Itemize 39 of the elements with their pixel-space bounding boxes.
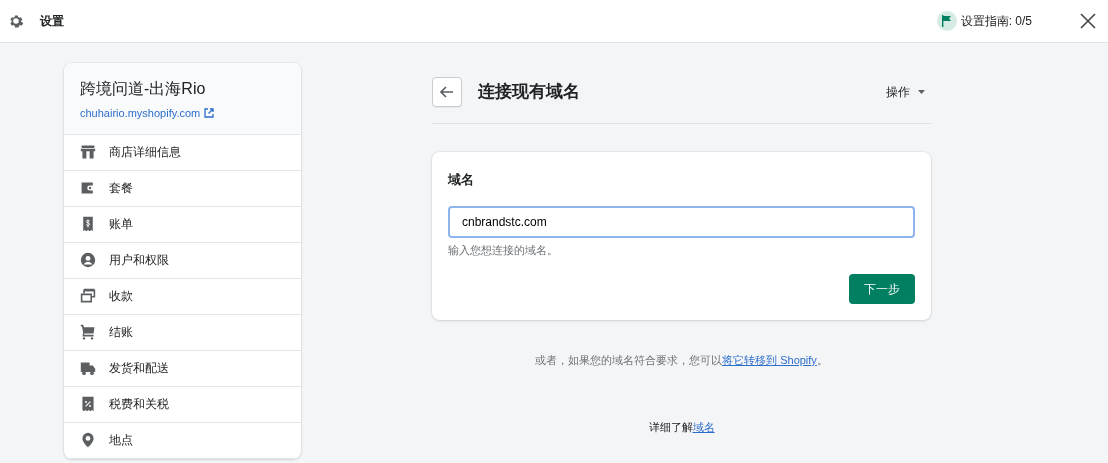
sidebar-item[interactable]: 结账 <box>64 314 301 351</box>
user-icon <box>80 252 96 268</box>
page-heading: 连接现有域名 <box>478 81 580 104</box>
learn-more-text: 详细了解域名 <box>647 419 716 435</box>
transfer-note: 或者，如果您的域名符合要求，您可以将它转移到 Shopify。 <box>534 353 829 368</box>
location-icon <box>80 432 96 448</box>
wallet-icon <box>80 180 96 196</box>
close-icon[interactable] <box>1080 13 1096 29</box>
domain-input[interactable]: cnbrandstc.com <box>448 205 915 238</box>
cart-icon <box>80 324 96 340</box>
store-icon <box>80 144 96 160</box>
settings-icon <box>8 13 24 29</box>
domain-label: 域名 <box>448 171 475 189</box>
link[interactable]: 域名 <box>692 420 715 433</box>
page-title: 设置 <box>40 13 64 30</box>
sidebar-item[interactable]: 账单 <box>64 206 301 243</box>
sidebar-item[interactable]: 发货和配送 <box>64 350 301 387</box>
back-button[interactable] <box>432 77 462 107</box>
caret-icon <box>918 90 925 94</box>
actions-dropdown[interactable]: 操作 <box>880 83 931 101</box>
sidebar-item[interactable]: 用户和权限 <box>64 242 301 279</box>
next-button[interactable]: 下一步 <box>849 274 915 304</box>
card-icon <box>80 288 96 304</box>
sidebar-item[interactable]: 收款 <box>64 278 301 315</box>
bill-icon <box>80 216 96 232</box>
store-url-link[interactable]: chuhairio.myshopify.com <box>80 105 201 122</box>
sidebar-item[interactable]: 税费和关税 <box>64 386 301 423</box>
external-link-icon <box>204 108 215 119</box>
sidebar-item[interactable]: 套餐 <box>64 170 301 207</box>
help-text: 输入您想连接的域名。 <box>448 242 559 258</box>
link[interactable]: 将它转移到 Shopify <box>722 354 817 366</box>
tax-icon <box>80 396 96 412</box>
flag-icon <box>936 11 957 31</box>
truck-icon <box>80 360 96 376</box>
sidebar-item[interactable]: 商店详细信息 <box>64 134 301 171</box>
store-name: 跨境问道-出海Rio <box>80 79 207 99</box>
back-arrow-icon <box>440 86 454 98</box>
setup-guide-link[interactable]: 设置指南: 0/5 <box>960 12 1032 30</box>
sidebar-item[interactable]: 地点 <box>64 422 301 459</box>
